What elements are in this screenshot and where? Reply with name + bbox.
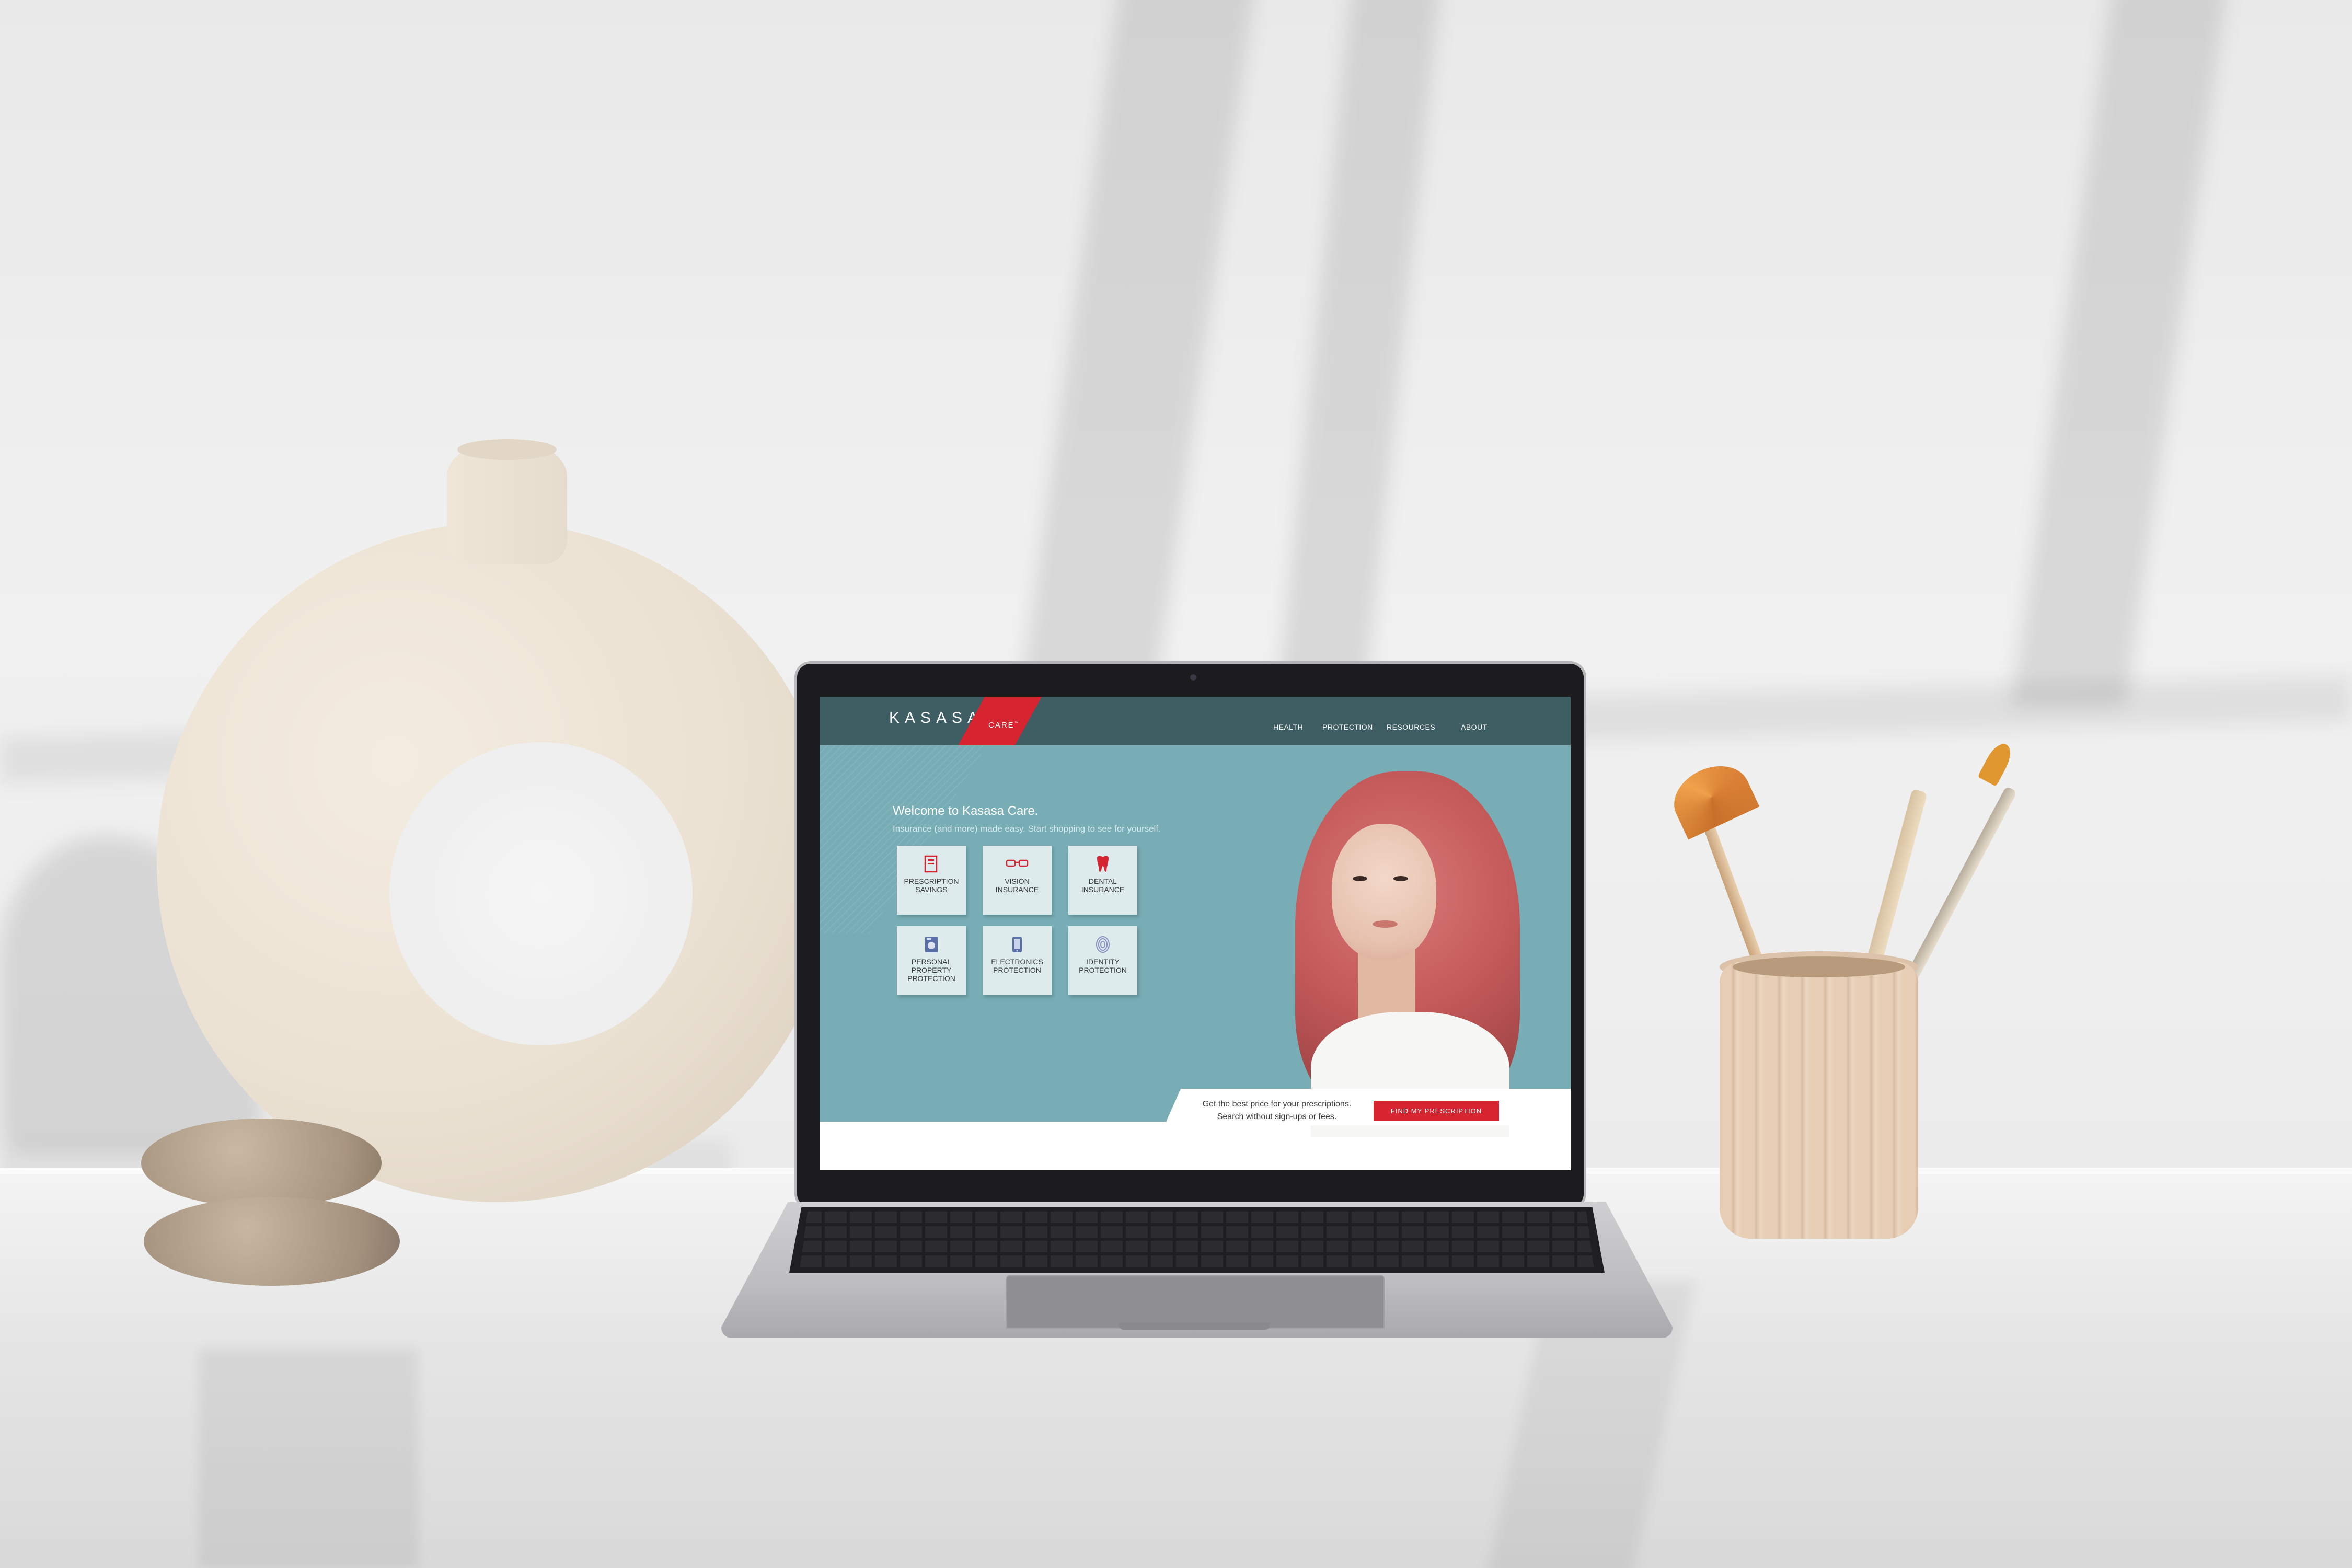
nav-protection[interactable]: PROTECTION (1322, 723, 1373, 731)
wall-shadow (1018, 0, 1261, 706)
cta-line-1: Get the best price for your prescription… (1202, 1100, 1352, 1109)
tile-label: ELECTRONICS PROTECTION (991, 958, 1043, 974)
laptop-screen: KASASA CARE™ HEALTH PROTECTION RESOURCES… (820, 697, 1571, 1170)
webcam (1190, 674, 1196, 681)
washer-icon (924, 936, 939, 958)
tile-dental-insurance[interactable]: DENTAL INSURANCE (1068, 846, 1137, 915)
fingerprint-icon (1095, 936, 1111, 958)
brand-logo-care-text: CARE (988, 721, 1014, 730)
hero-subtitle: Insurance (and more) made easy. Start sh… (893, 824, 1161, 834)
model-lips (1373, 920, 1398, 928)
desk-shadow (199, 1348, 418, 1568)
brand-logo-care: CARE™ (988, 721, 1020, 730)
tile-label: DENTAL INSURANCE (1081, 877, 1125, 894)
prescription-icon (924, 855, 939, 878)
find-my-prescription-button[interactable]: FIND MY PRESCRIPTION (1374, 1101, 1499, 1121)
fan-brush-handle (1703, 823, 1768, 974)
tile-electronics-protection[interactable]: ELECTRONICS PROTECTION (983, 926, 1052, 995)
tooth-icon (1095, 855, 1111, 877)
hero-model-photo (1274, 766, 1567, 1137)
top-nav: KASASA CARE™ HEALTH PROTECTION RESOURCES… (820, 697, 1571, 745)
phone-icon (1011, 936, 1023, 958)
lid-notch (1119, 1322, 1270, 1330)
ribbed-pot (1720, 962, 1918, 1239)
stone-top (141, 1119, 382, 1207)
tile-prescription-savings[interactable]: PRESCRIPTION SAVINGS (897, 846, 966, 915)
glasses-icon (1006, 855, 1029, 873)
fan-brush-bristles (1664, 754, 1760, 840)
hero-title: Welcome to Kasasa Care. (893, 804, 1039, 818)
tile-identity-protection[interactable]: IDENTITY PROTECTION (1068, 926, 1137, 995)
tile-vision-insurance[interactable]: VISION INSURANCE (983, 846, 1052, 915)
tile-label: IDENTITY PROTECTION (1079, 958, 1127, 974)
model-eye (1393, 876, 1408, 881)
tile-label: VISION INSURANCE (995, 877, 1039, 894)
photo-scene: KASASA CARE™ HEALTH PROTECTION RESOURCES… (0, 0, 2352, 1568)
nav-resources[interactable]: RESOURCES (1387, 723, 1435, 731)
cta-text: Get the best price for your prescription… (1191, 1098, 1363, 1123)
vase-hole (389, 742, 693, 1045)
vase-neck-top (457, 439, 557, 460)
nav-about[interactable]: ABOUT (1461, 723, 1488, 731)
model-eye (1353, 876, 1367, 881)
tile-label: PERSONAL PROPERTY PROTECTION (907, 958, 955, 983)
tile-label: PRESCRIPTION SAVINGS (904, 877, 959, 894)
keyboard-keys (800, 1212, 1594, 1269)
brand-logo[interactable]: KASASA (889, 709, 983, 727)
trackpad (1006, 1275, 1385, 1329)
nav-health[interactable]: HEALTH (1273, 723, 1303, 731)
paint-brush-tip (1977, 740, 2016, 787)
wall-shadow (1278, 0, 1445, 679)
pot-inner (1733, 956, 1905, 977)
ring-vase (157, 439, 857, 1202)
trademark-mark: ™ (1014, 721, 1020, 725)
wall-shadow (2011, 0, 2233, 706)
stone-bottom (144, 1197, 400, 1286)
tile-personal-property-protection[interactable]: PERSONAL PROPERTY PROTECTION (897, 926, 966, 995)
hero-section: Welcome to Kasasa Care. Insurance (and m… (820, 745, 1571, 1137)
model-face (1332, 824, 1436, 960)
cta-line-2: Search without sign-ups or fees. (1217, 1112, 1337, 1121)
